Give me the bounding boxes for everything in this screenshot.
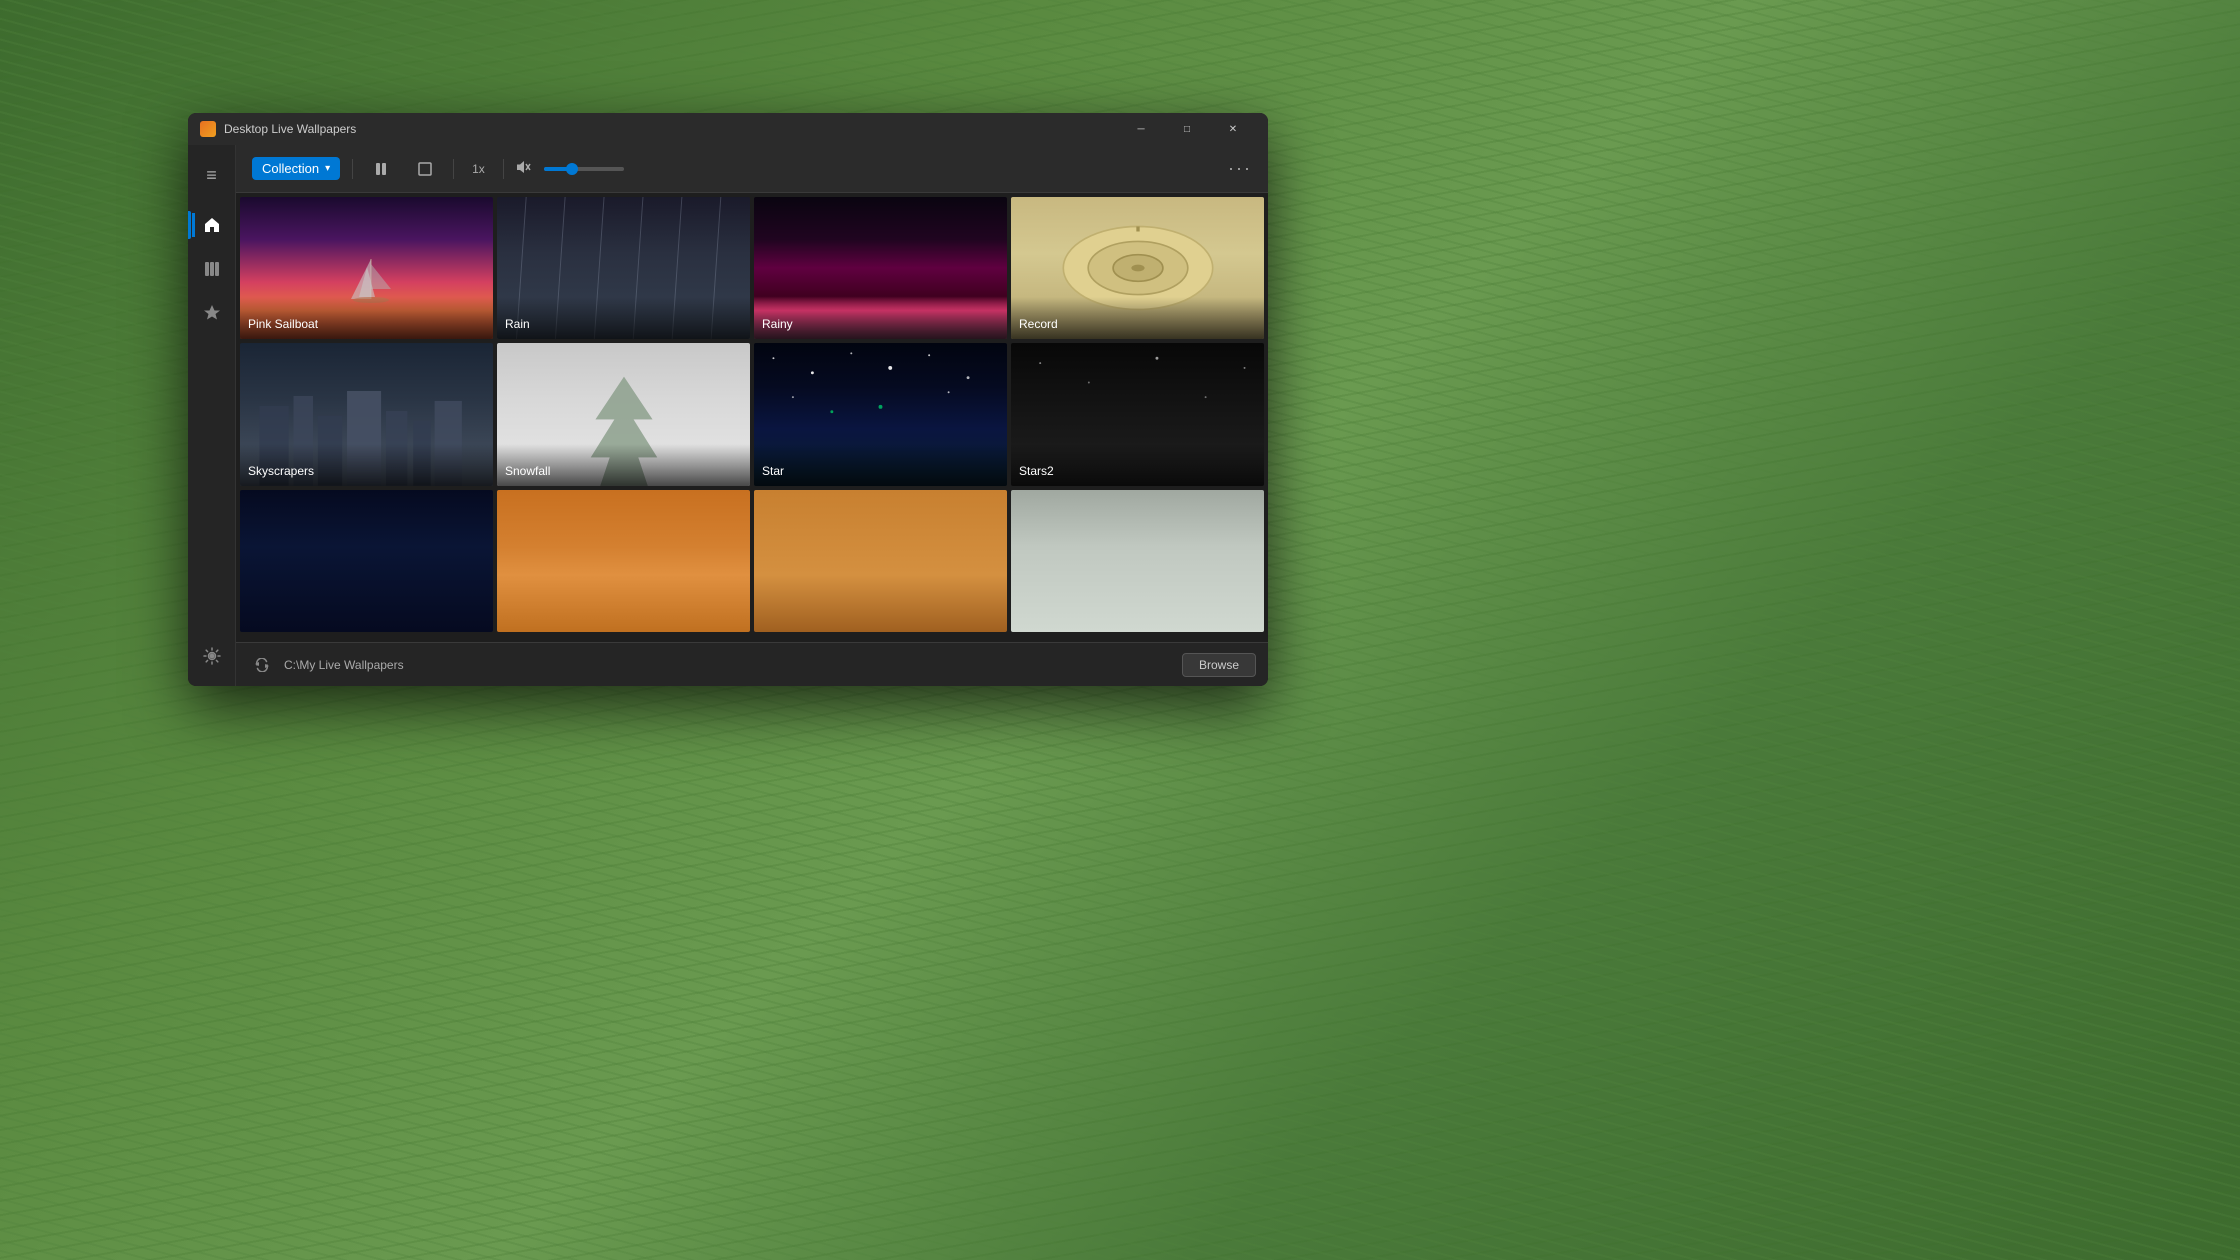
path-input[interactable] bbox=[284, 658, 1174, 672]
item-label-rain: Rain bbox=[497, 297, 750, 339]
wallpaper-item-row3-4[interactable] bbox=[1011, 490, 1264, 632]
wallpaper-item-stars2[interactable]: Stars2 bbox=[1011, 343, 1264, 485]
wallpaper-grid-container[interactable]: Pink Sailboat bbox=[236, 193, 1268, 642]
toolbar-separator-1 bbox=[352, 159, 353, 179]
restore-button[interactable]: □ bbox=[1164, 113, 1210, 145]
sidebar-menu-button[interactable]: ≡ bbox=[192, 155, 232, 195]
window-body: ≡ bbox=[188, 145, 1268, 686]
item-label-record: Record bbox=[1011, 297, 1264, 339]
bottom-bar: Browse bbox=[236, 642, 1268, 686]
home-icon bbox=[203, 216, 221, 234]
sidebar-item-library[interactable] bbox=[192, 249, 232, 289]
toolbar-separator-2 bbox=[453, 159, 454, 179]
wallpaper-item-rainy[interactable]: Rainy bbox=[754, 197, 1007, 339]
toolbar-separator-3 bbox=[503, 159, 504, 179]
collection-label: Collection bbox=[262, 161, 319, 176]
star-icon bbox=[203, 304, 221, 322]
refresh-button[interactable] bbox=[248, 651, 276, 679]
chevron-down-icon: ▾ bbox=[325, 163, 330, 174]
mute-icon bbox=[516, 160, 532, 174]
settings-icon bbox=[203, 647, 221, 665]
window-title: Desktop Live Wallpapers bbox=[224, 122, 1118, 136]
main-content: Collection ▾ 1x bbox=[236, 145, 1268, 686]
volume-thumb bbox=[566, 163, 578, 175]
square-icon bbox=[418, 162, 432, 176]
close-button[interactable]: ✕ bbox=[1210, 113, 1256, 145]
item-label-snowfall: Snowfall bbox=[497, 444, 750, 486]
sidebar-item-favorites[interactable] bbox=[192, 293, 232, 333]
app-icon bbox=[200, 121, 216, 137]
volume-slider[interactable] bbox=[544, 167, 624, 171]
window-controls: ─ □ ✕ bbox=[1118, 113, 1256, 145]
library-icon bbox=[203, 260, 221, 278]
collection-dropdown[interactable]: Collection ▾ bbox=[252, 157, 340, 180]
item-label-skyscrapers: Skyscrapers bbox=[240, 444, 493, 486]
speed-button[interactable]: 1x bbox=[466, 158, 491, 180]
sidebar-item-home[interactable] bbox=[192, 205, 232, 245]
browse-button[interactable]: Browse bbox=[1182, 653, 1256, 677]
wallpaper-item-row3-1[interactable] bbox=[240, 490, 493, 632]
app-window: Desktop Live Wallpapers ─ □ ✕ ≡ bbox=[188, 113, 1268, 686]
pause-button[interactable] bbox=[365, 153, 397, 185]
more-options-button[interactable]: ··· bbox=[1228, 158, 1252, 179]
item-label-stars2: Stars2 bbox=[1011, 444, 1264, 486]
wallpaper-item-star[interactable]: Star bbox=[754, 343, 1007, 485]
wallpaper-item-row3-2[interactable] bbox=[497, 490, 750, 632]
toolbar: Collection ▾ 1x bbox=[236, 145, 1268, 193]
sidebar-settings-button[interactable] bbox=[192, 636, 232, 676]
minimize-button[interactable]: ─ bbox=[1118, 113, 1164, 145]
item-label-star: Star bbox=[754, 444, 1007, 486]
titlebar: Desktop Live Wallpapers ─ □ ✕ bbox=[188, 113, 1268, 145]
refresh-icon bbox=[255, 658, 269, 672]
mute-button[interactable] bbox=[516, 160, 532, 177]
sidebar: ≡ bbox=[188, 145, 236, 686]
wallpaper-item-snowfall[interactable]: Snowfall bbox=[497, 343, 750, 485]
square-button[interactable] bbox=[409, 153, 441, 185]
wallpaper-item-skyscrapers[interactable]: Skyscrapers bbox=[240, 343, 493, 485]
item-label-pink-sailboat: Pink Sailboat bbox=[240, 297, 493, 339]
wallpaper-item-pink-sailboat[interactable]: Pink Sailboat bbox=[240, 197, 493, 339]
wallpaper-item-rain[interactable]: Rain bbox=[497, 197, 750, 339]
wallpaper-grid: Pink Sailboat bbox=[240, 197, 1264, 632]
wallpaper-item-record[interactable]: Record bbox=[1011, 197, 1264, 339]
wallpaper-item-row3-3[interactable] bbox=[754, 490, 1007, 632]
pause-icon bbox=[374, 162, 388, 176]
item-label-rainy: Rainy bbox=[754, 297, 1007, 339]
